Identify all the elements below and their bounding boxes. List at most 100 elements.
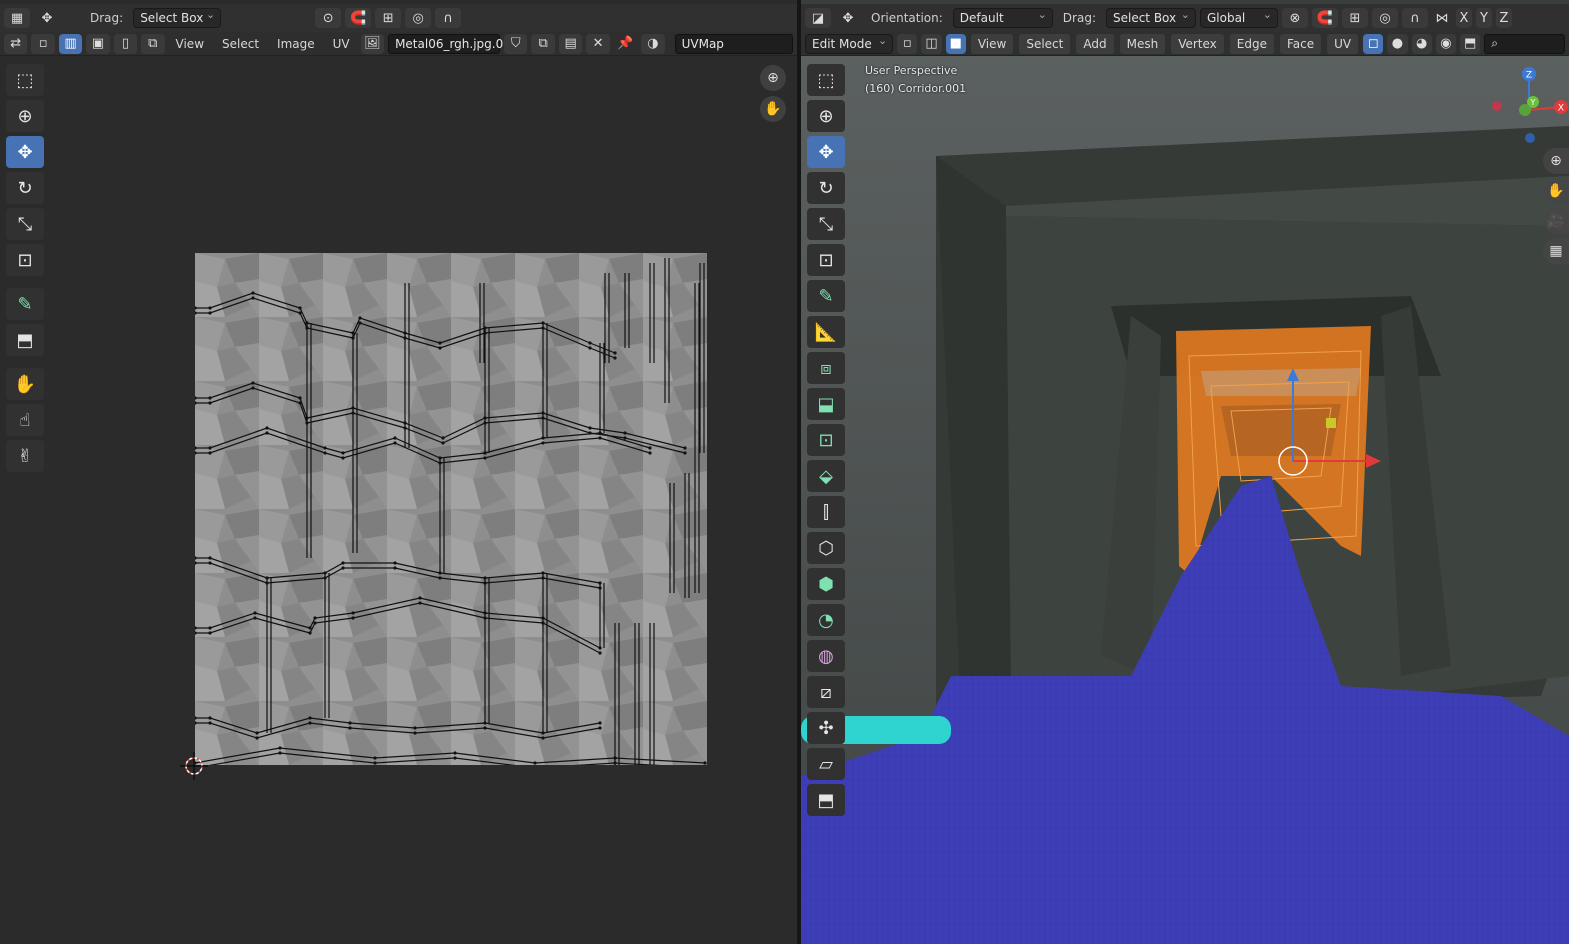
vertex-select-icon[interactable]: ▫ [31, 33, 55, 54]
grab-icon[interactable]: ✋ [6, 368, 44, 400]
face-mode-icon[interactable]: ■ [945, 33, 966, 54]
select-box-icon[interactable]: ⬚ [6, 64, 44, 96]
cursor-icon[interactable]: ⊕ [6, 100, 44, 132]
uv-texture-canvas[interactable] [195, 253, 707, 765]
viewport-scene[interactable] [801, 56, 1569, 944]
open-image-icon[interactable]: ▤ [558, 33, 583, 54]
orientation-dropdown[interactable]: Default [952, 8, 1053, 28]
spin-icon[interactable]: ◔ [807, 604, 845, 636]
mirror-icon[interactable]: ⋈ [1432, 8, 1452, 28]
2d-cursor-icon[interactable] [180, 752, 208, 780]
wireframe-shading-icon[interactable]: ◻ [1363, 33, 1384, 54]
edge-mode-icon[interactable]: ◫ [921, 33, 942, 54]
scale-icon-3d[interactable]: ⤡ [807, 208, 845, 240]
rotate-icon-3d[interactable]: ↻ [807, 172, 845, 204]
ortho-grid-icon[interactable]: ▦ [1543, 238, 1569, 264]
editor-type-3d-icon[interactable]: ◪ [805, 8, 831, 28]
mode-dropdown[interactable]: Edit Mode [805, 33, 894, 54]
drag-select-dropdown[interactable]: Select Box [133, 8, 222, 28]
falloff-icon-3d[interactable]: ∩ [1401, 8, 1428, 28]
zoom-icon[interactable]: ⊕ [760, 65, 786, 91]
proportional-icon-3d[interactable]: ◎ [1371, 8, 1398, 28]
image-name-field[interactable]: Metal06_rgh.jpg.003 [388, 33, 519, 54]
menu-uv-3d[interactable]: UV [1327, 33, 1359, 54]
rip-region-icon[interactable]: ⬒ [6, 324, 44, 356]
menu-edge[interactable]: Edge [1229, 33, 1274, 54]
menu-mesh[interactable]: Mesh [1119, 33, 1166, 54]
axis-z-toggle[interactable]: Z [1495, 8, 1512, 28]
snap-icon-3d[interactable]: 🧲 [1311, 8, 1338, 28]
face-select-icon[interactable]: ▣ [86, 33, 110, 54]
solid-shading-icon[interactable]: ● [1387, 33, 1408, 54]
transform-orientation-dropdown[interactable]: Global [1199, 8, 1278, 28]
axis-x-toggle[interactable]: X [1455, 8, 1472, 28]
transform-icon[interactable]: ⊡ [6, 244, 44, 276]
shrink-fatten-icon[interactable]: ✣ [807, 712, 845, 744]
snap-target-icon[interactable]: ⊞ [375, 8, 402, 28]
annotate-icon-3d[interactable]: ✎ [807, 280, 845, 312]
search-icon: ⌕ [1491, 36, 1498, 50]
fake-user-icon[interactable]: ⛉ [504, 33, 528, 54]
measure-icon[interactable]: 📐 [807, 316, 845, 348]
menu-face[interactable]: Face [1279, 33, 1322, 54]
rotate-icon[interactable]: ↻ [6, 172, 44, 204]
duplicate-image-icon[interactable]: ⧉ [531, 33, 555, 54]
poly-build-icon[interactable]: ⬢ [807, 568, 845, 600]
menu-select[interactable]: Select [215, 34, 266, 54]
select-box-icon-3d[interactable]: ⬚ [807, 64, 845, 96]
sticky-select-icon[interactable]: ⧉ [141, 33, 165, 54]
add-cube-icon[interactable]: ⧈ [807, 352, 845, 384]
unlink-image-icon[interactable]: ✕ [586, 33, 610, 54]
sync-selection-icon[interactable]: ⇄ [4, 33, 28, 54]
pin-icon[interactable]: 📌 [614, 34, 637, 54]
menu-view[interactable]: View [169, 34, 211, 54]
zoom-icon-3d[interactable]: ⊕ [1543, 148, 1569, 174]
pivot-point-icon[interactable]: ⊙ [315, 8, 342, 28]
menu-image[interactable]: Image [270, 34, 322, 54]
move-icon[interactable]: ✥ [6, 136, 44, 168]
annotate-icon[interactable]: ✎ [6, 288, 44, 320]
uvmap-field[interactable]: UVMap [674, 33, 794, 54]
move-icon-3d[interactable]: ✥ [807, 136, 845, 168]
pan-hand-icon[interactable]: ✋ [760, 96, 786, 122]
menu-vertex[interactable]: Vertex [1171, 33, 1224, 54]
display-channels-icon[interactable]: ◑ [641, 33, 665, 54]
shear-icon[interactable]: ▱ [807, 748, 845, 780]
menu-uv[interactable]: UV [326, 34, 357, 54]
camera-icon[interactable]: 🎥 [1543, 208, 1569, 234]
search-field[interactable]: ⌕ [1484, 33, 1566, 54]
menu-add[interactable]: Add [1076, 33, 1114, 54]
pivot-icon-3d[interactable]: ⊗ [1281, 8, 1308, 28]
editor-type-icon[interactable]: ▦ [4, 8, 30, 28]
knife-icon[interactable]: ⬡ [807, 532, 845, 564]
relax-icon[interactable]: ☝ [6, 404, 44, 436]
smooth-icon[interactable]: ◍ [807, 640, 845, 672]
edge-slide-icon[interactable]: ⧄ [807, 676, 845, 708]
image-browse-icon[interactable]: 🖼 [360, 33, 385, 54]
bevel-icon[interactable]: ⬙ [807, 460, 845, 492]
vertex-mode-icon[interactable]: ▫ [897, 33, 918, 54]
axis-y-toggle[interactable]: Y [1475, 8, 1492, 28]
island-select-icon[interactable]: ▯ [113, 33, 138, 54]
scale-icon[interactable]: ⤡ [6, 208, 44, 240]
pan-hand-icon-3d[interactable]: ✋ [1543, 178, 1569, 204]
navigation-axis-gizmo[interactable]: Z X Y [1489, 62, 1569, 152]
rendered-shading-icon[interactable]: ◉ [1435, 33, 1456, 54]
edge-select-icon[interactable]: ▥ [58, 33, 83, 54]
material-shading-icon[interactable]: ◕ [1411, 33, 1432, 54]
rip-icon[interactable]: ⬒ [807, 784, 845, 816]
transform-icon-3d[interactable]: ⊡ [807, 244, 845, 276]
pinch-icon[interactable]: ✌ [6, 440, 44, 472]
snap-icon[interactable]: 🧲 [345, 8, 372, 28]
drag-select-dropdown-3d[interactable]: Select Box [1105, 8, 1196, 28]
extrude-icon[interactable]: ⬓ [807, 388, 845, 420]
snap-grid-icon-3d[interactable]: ⊞ [1341, 8, 1368, 28]
falloff-icon[interactable]: ∩ [435, 8, 462, 28]
inset-icon[interactable]: ⊡ [807, 424, 845, 456]
proportional-edit-icon[interactable]: ◎ [405, 8, 432, 28]
menu-select-3d[interactable]: Select [1019, 33, 1071, 54]
overlay-icon[interactable]: ⬒ [1459, 33, 1481, 54]
loop-cut-icon[interactable]: ⫿ [807, 496, 845, 528]
cursor-icon-3d[interactable]: ⊕ [807, 100, 845, 132]
menu-view-3d[interactable]: View [970, 33, 1014, 54]
